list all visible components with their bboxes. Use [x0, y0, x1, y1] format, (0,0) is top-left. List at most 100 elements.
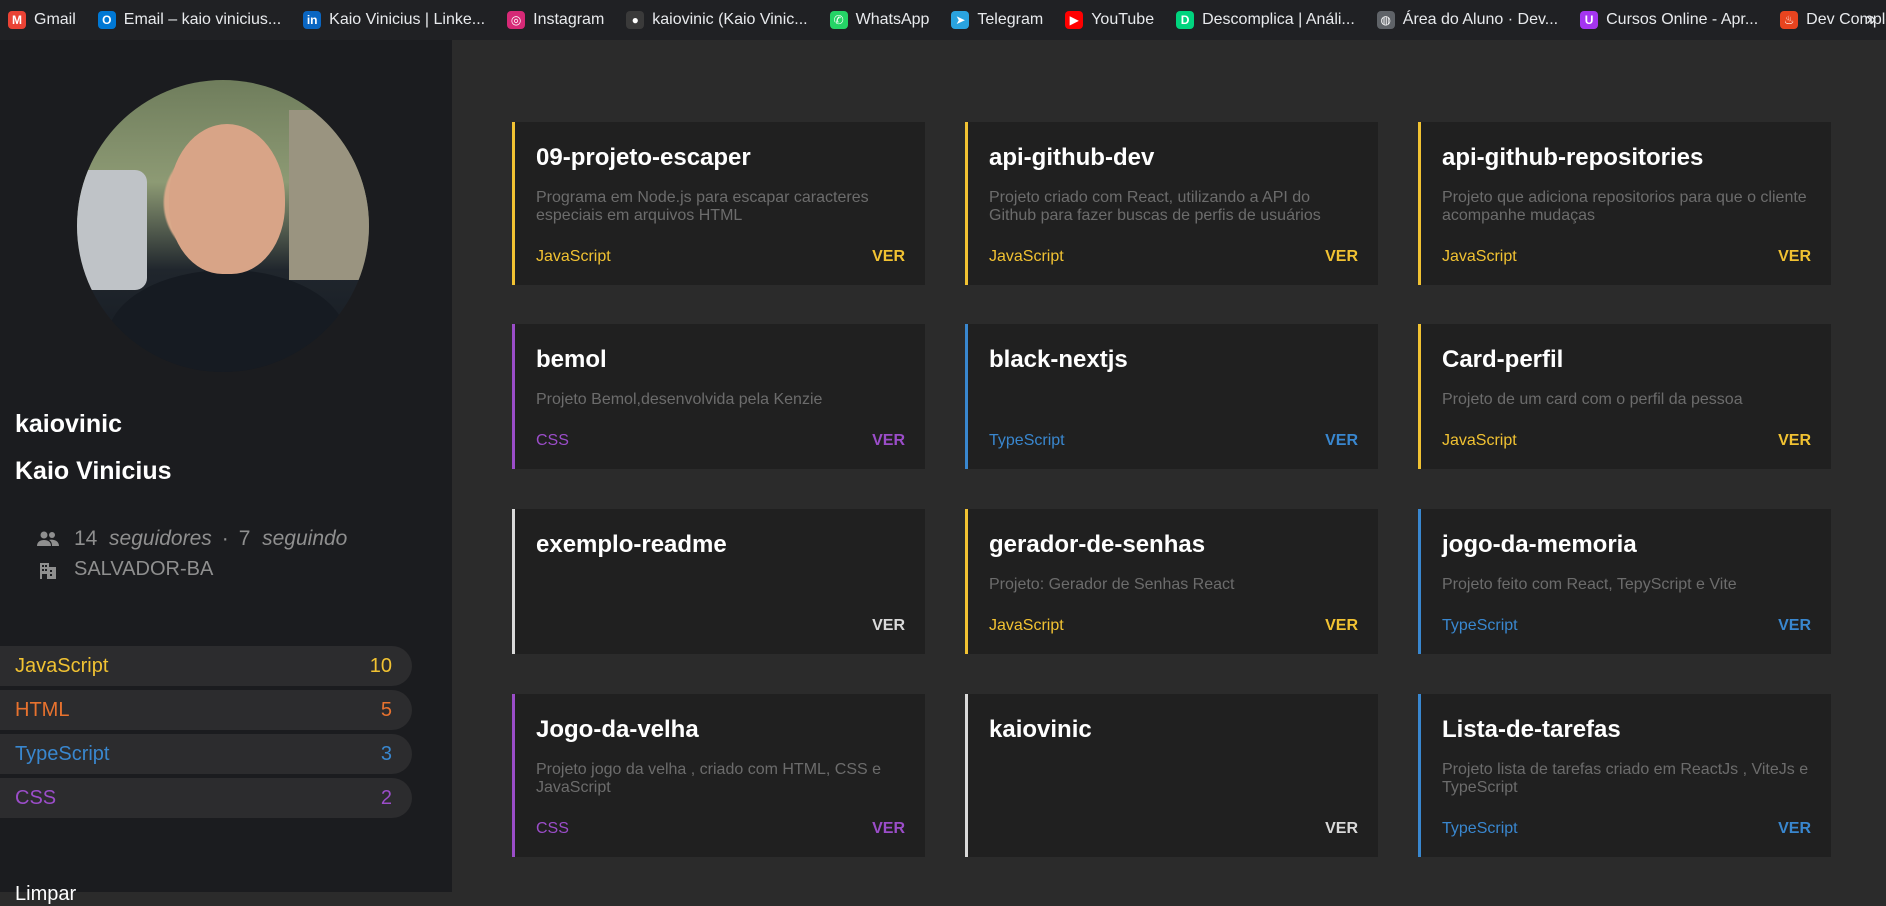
repo-description: Projeto lista de tarefas criado em React… [1442, 761, 1809, 796]
repo-card[interactable]: black-nextjs TypeScript VER [965, 324, 1378, 469]
bookmark-item[interactable]: O Email – kaio vinicius... [97, 11, 282, 29]
outlook-icon: O [97, 11, 116, 29]
bookmark-label: Instagram [533, 11, 605, 28]
repo-view-link[interactable]: VER [872, 820, 905, 838]
avatar-face [169, 124, 285, 274]
bookmark-label: kaiovinic (Kaio Vinic... [652, 11, 808, 28]
repo-description: Projeto feito com React, TepyScript e Vi… [1442, 576, 1737, 593]
repo-description: Projeto: Gerador de Senhas React [989, 576, 1235, 593]
globe-icon: ◍ [1376, 11, 1395, 29]
language-name: JavaScript [15, 654, 109, 677]
repo-view-link[interactable]: VER [872, 617, 905, 635]
bookmark-label: Cursos Online - Apr... [1606, 11, 1759, 28]
language-filter-item[interactable]: TypeScript 3 [0, 734, 412, 774]
bookmark-label: Email – kaio vinicius... [123, 11, 282, 28]
repo-view-link[interactable]: VER [1778, 432, 1811, 450]
bookmarks-overflow-icon[interactable]: » [1866, 9, 1876, 30]
repo-view-link[interactable]: VER [1325, 432, 1358, 450]
language-name: HTML [15, 698, 70, 721]
bookmark-item[interactable]: ◎ Instagram [507, 11, 604, 29]
language-name: TypeScript [15, 742, 110, 765]
language-filter-item[interactable]: HTML 5 [0, 690, 412, 730]
building-icon [36, 559, 60, 581]
repo-view-link[interactable]: VER [1778, 820, 1811, 838]
profile-location: SALVADOR-BA [36, 558, 213, 581]
repo-card[interactable]: exemplo-readme VER [512, 509, 925, 654]
descomplica-icon: D [1176, 11, 1195, 29]
flame-icon: ♨ [1780, 11, 1799, 29]
repo-description: Projeto criado com React, utilizando a A… [989, 189, 1321, 224]
repo-view-link[interactable]: VER [1325, 248, 1358, 266]
avatar [77, 80, 369, 372]
location-text: SALVADOR-BA [74, 558, 214, 580]
repo-view-link[interactable]: VER [872, 432, 905, 450]
repo-title: Card-perfil [1442, 346, 1564, 373]
repo-view-link[interactable]: VER [872, 248, 905, 266]
language-filter-item[interactable]: JavaScript 10 [0, 646, 412, 686]
bookmark-item[interactable]: ● kaiovinic (Kaio Vinic... [626, 11, 808, 29]
repo-language: JavaScript [989, 248, 1064, 265]
bookmark-label: WhatsApp [855, 11, 930, 28]
avatar-background [289, 110, 369, 280]
profile-name: Kaio Vinicius [15, 457, 172, 485]
repo-title: gerador-de-senhas [989, 531, 1206, 558]
repo-language: JavaScript [1442, 248, 1517, 265]
telegram-icon: ➤ [951, 11, 970, 29]
bookmark-item[interactable]: M Gmail [8, 11, 76, 29]
clear-filter-button[interactable]: Limpar [15, 883, 76, 906]
following-count: 7 [238, 527, 251, 550]
repo-card[interactable]: bemol Projeto Bemol,desenvolvida pela Ken… [512, 324, 925, 469]
repo-view-link[interactable]: VER [1778, 248, 1811, 266]
avatar-background-car [77, 170, 147, 290]
repo-language: JavaScript [989, 617, 1064, 634]
repo-title: jogo-da-memoria [1442, 531, 1637, 558]
profile-login: kaiovinic [15, 410, 122, 438]
repo-card[interactable]: Jogo-da-velha Projeto jogo da velha , cri… [512, 694, 925, 857]
repo-card[interactable]: api-github-repositories Projeto que adici… [1418, 122, 1831, 285]
bookmark-item[interactable]: in Kaio Vinicius | Linke... [303, 11, 485, 29]
youtube-icon: ▶ [1065, 11, 1084, 29]
repo-title: bemol [536, 346, 607, 373]
linkedin-icon: in [303, 11, 322, 29]
bookmark-item[interactable]: ◍ Área do Aluno · Dev... [1376, 11, 1558, 29]
udemy-icon: U [1580, 11, 1599, 29]
repo-description: Programa em Node.js para escapar caracte… [536, 189, 869, 224]
language-filter-item[interactable]: CSS 2 [0, 778, 412, 818]
bookmark-label: Kaio Vinicius | Linke... [329, 11, 486, 28]
repo-title: Jogo-da-velha [536, 716, 699, 743]
repo-card[interactable]: Lista-de-tarefas Projeto lista de tarefas… [1418, 694, 1831, 857]
language-name: CSS [15, 786, 57, 809]
repo-title: 09-projeto-escaper [536, 144, 751, 171]
repo-view-link[interactable]: VER [1778, 617, 1811, 635]
repo-card[interactable]: api-github-dev Projeto criado com React, … [965, 122, 1378, 285]
language-count: 3 [380, 742, 392, 765]
repo-title: exemplo-readme [536, 531, 727, 558]
repo-language: CSS [536, 432, 569, 449]
following-label: seguindo [262, 527, 348, 550]
repo-card[interactable]: jogo-da-memoria Projeto feito com React, … [1418, 509, 1831, 654]
bookmark-item[interactable]: ➤ Telegram [951, 11, 1043, 29]
repo-title: black-nextjs [989, 346, 1128, 373]
repo-view-link[interactable]: VER [1325, 617, 1358, 635]
repo-title: api-github-repositories [1442, 144, 1704, 171]
repo-language: CSS [536, 820, 569, 837]
language-filter-list: JavaScript 10 HTML 5 TypeScript 3 CSS 2 [0, 646, 412, 822]
repository-grid: 09-projeto-escaper Programa em Node.js pa… [452, 40, 1886, 892]
repo-card[interactable]: gerador-de-senhas Projeto: Gerador de Sen… [965, 509, 1378, 654]
bookmarks-bar: M Gmail O Email – kaio vinicius... in Kaio Vi… [0, 0, 1886, 40]
repo-card[interactable]: Card-perfil Projeto de um card com o perf… [1418, 324, 1831, 469]
repo-description: Projeto jogo da velha , criado com HTML,… [536, 761, 882, 796]
stats-separator: · [221, 527, 229, 550]
repo-language: TypeScript [989, 432, 1065, 449]
github-icon: ● [626, 11, 645, 29]
repo-card[interactable]: kaiovinic VER [965, 694, 1378, 857]
repo-view-link[interactable]: VER [1325, 820, 1358, 838]
bookmark-item[interactable]: D Descomplica | Análi... [1176, 11, 1355, 29]
bookmark-item[interactable]: ▶ YouTube [1065, 11, 1154, 29]
bookmark-item[interactable]: U Cursos Online - Apr... [1580, 11, 1758, 29]
repo-card[interactable]: 09-projeto-escaper Programa em Node.js pa… [512, 122, 925, 285]
bookmark-item[interactable]: ✆ WhatsApp [829, 11, 930, 29]
bookmark-label: Descomplica | Análi... [1202, 11, 1355, 28]
repo-language: TypeScript [1442, 617, 1518, 634]
bookmark-label: Telegram [977, 11, 1044, 28]
